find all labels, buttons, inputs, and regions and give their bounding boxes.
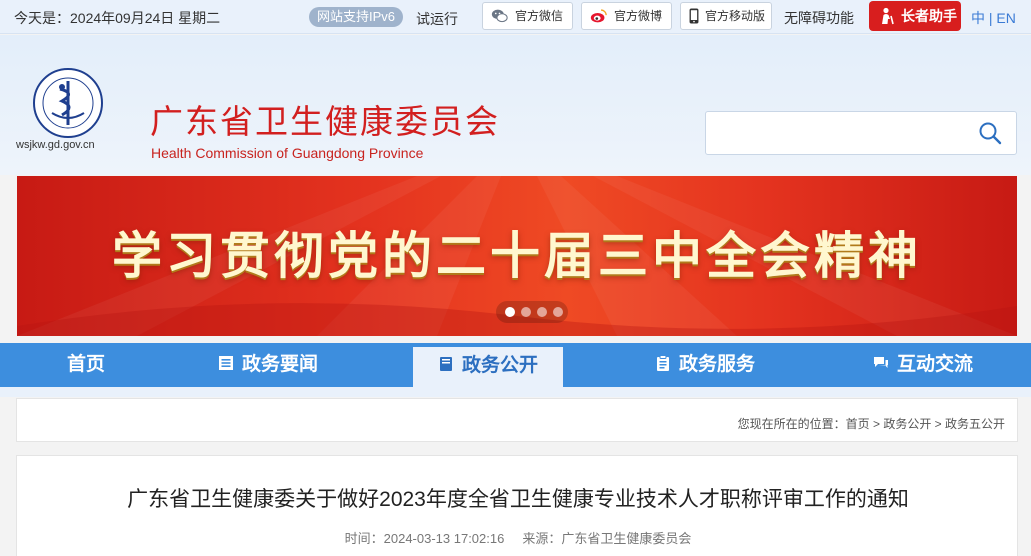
carousel-dot-3[interactable]: [537, 307, 547, 317]
article-source: 广东省卫生健康委员会: [561, 531, 692, 546]
elder-assistant-label: 长者助手: [901, 8, 957, 24]
nav-item-government-disclosure-label: 政务公开: [461, 355, 538, 376]
nav-item-home[interactable]: 首页: [67, 343, 105, 387]
official-wechat-label: 官方微信: [515, 9, 564, 23]
language-switcher: 中 | EN: [971, 8, 1016, 28]
book-icon: [439, 357, 452, 371]
breadcrumb-bar: 您现在所在的位置：首页 > 政务公开 > 政务五公开: [16, 398, 1018, 442]
site-domain: wsjkw.gd.gov.cn: [16, 139, 95, 151]
carousel-dot-2[interactable]: [521, 307, 531, 317]
nav-item-home-label: 首页: [67, 354, 106, 375]
lang-chinese-link[interactable]: 中: [971, 10, 985, 26]
lang-separator: |: [985, 10, 997, 26]
current-date: 今天是：2024年09月24日 星期二: [14, 10, 221, 26]
article-title: 广东省卫生健康委关于做好2023年度全省卫生健康专业技术人才职称评审工作的通知: [127, 488, 909, 511]
lang-english-link[interactable]: EN: [996, 10, 1015, 26]
nav-item-government-disclosure[interactable]: 政务公开: [413, 347, 563, 387]
accessibility-link[interactable]: 无障碍功能: [784, 8, 854, 28]
elder-person-icon: [882, 7, 894, 25]
site-title-chinese: 广东省卫生健康委员会: [150, 102, 500, 141]
search-input[interactable]: [716, 122, 966, 144]
official-weibo-button[interactable]: 官方微博: [581, 2, 672, 30]
commission-emblem-logo[interactable]: [32, 67, 104, 139]
chat-icon: [874, 357, 888, 368]
search-icon[interactable]: [978, 121, 1002, 145]
carousel-dot-4[interactable]: [553, 307, 563, 317]
banner-carousel[interactable]: 学习贯彻党的二十届三中全会精神: [17, 176, 1017, 336]
elder-assistant-button[interactable]: 长者助手: [869, 1, 961, 31]
article-panel: 广东省卫生健康委关于做好2023年度全省卫生健康专业技术人才职称评审工作的通知 …: [16, 455, 1018, 556]
nav-item-government-services-label: 政务服务: [679, 354, 756, 375]
official-mobile-button[interactable]: 官方移动版: [680, 2, 772, 30]
carousel-dot-1[interactable]: [505, 307, 515, 317]
ipv6-badge: 网站支持IPv6: [309, 7, 404, 27]
site-title-english: Health Commission of Guangdong Province: [151, 145, 424, 161]
main-nav: 首页 政务要闻 政务公开 政务服务 互动交流: [0, 343, 1031, 387]
source-label: 来源：: [522, 531, 562, 546]
top-bar: 今天是：2024年09月24日 星期二 网站支持IPv6 试运行 官方微信 官方…: [0, 0, 1031, 34]
article-meta: 时间：2024-03-13 17:02:16 来源：广东省卫生健康委员会: [17, 528, 1019, 547]
nav-item-interaction[interactable]: 互动交流: [873, 343, 973, 387]
news-list-icon: [219, 356, 233, 370]
mobile-phone-icon: [689, 8, 699, 24]
nav-item-government-news-label: 政务要闻: [242, 354, 319, 375]
nav-item-government-news[interactable]: 政务要闻: [218, 343, 318, 387]
nav-underline-band: [0, 387, 1031, 397]
official-wechat-button[interactable]: 官方微信: [482, 2, 573, 30]
search-box: [705, 111, 1017, 155]
trial-label: 试运行: [416, 11, 458, 27]
carousel-indicators: [496, 301, 568, 323]
breadcrumb-path[interactable]: 首页 > 政务公开 > 政务五公开: [846, 417, 1005, 431]
wechat-icon: [491, 9, 508, 23]
nav-item-government-services[interactable]: 政务服务: [655, 343, 755, 387]
publish-time: 2024-03-13 17:02:16: [383, 531, 505, 546]
clipboard-icon: [657, 355, 669, 371]
weibo-icon: [590, 9, 607, 23]
breadcrumb: 您现在所在的位置：首页 > 政务公开 > 政务五公开: [738, 415, 1005, 432]
site-header: wsjkw.gd.gov.cn 广东省卫生健康委员会 Health Commis…: [0, 35, 1031, 175]
official-mobile-label: 官方移动版: [705, 9, 766, 23]
publish-time-label: 时间：: [344, 531, 384, 546]
nav-item-interaction-label: 互动交流: [897, 354, 974, 375]
breadcrumb-prefix: 您现在所在的位置：: [737, 417, 846, 431]
banner-slogan: 学习贯彻党的二十届三中全会精神: [112, 226, 922, 285]
official-weibo-label: 官方微博: [614, 9, 663, 23]
